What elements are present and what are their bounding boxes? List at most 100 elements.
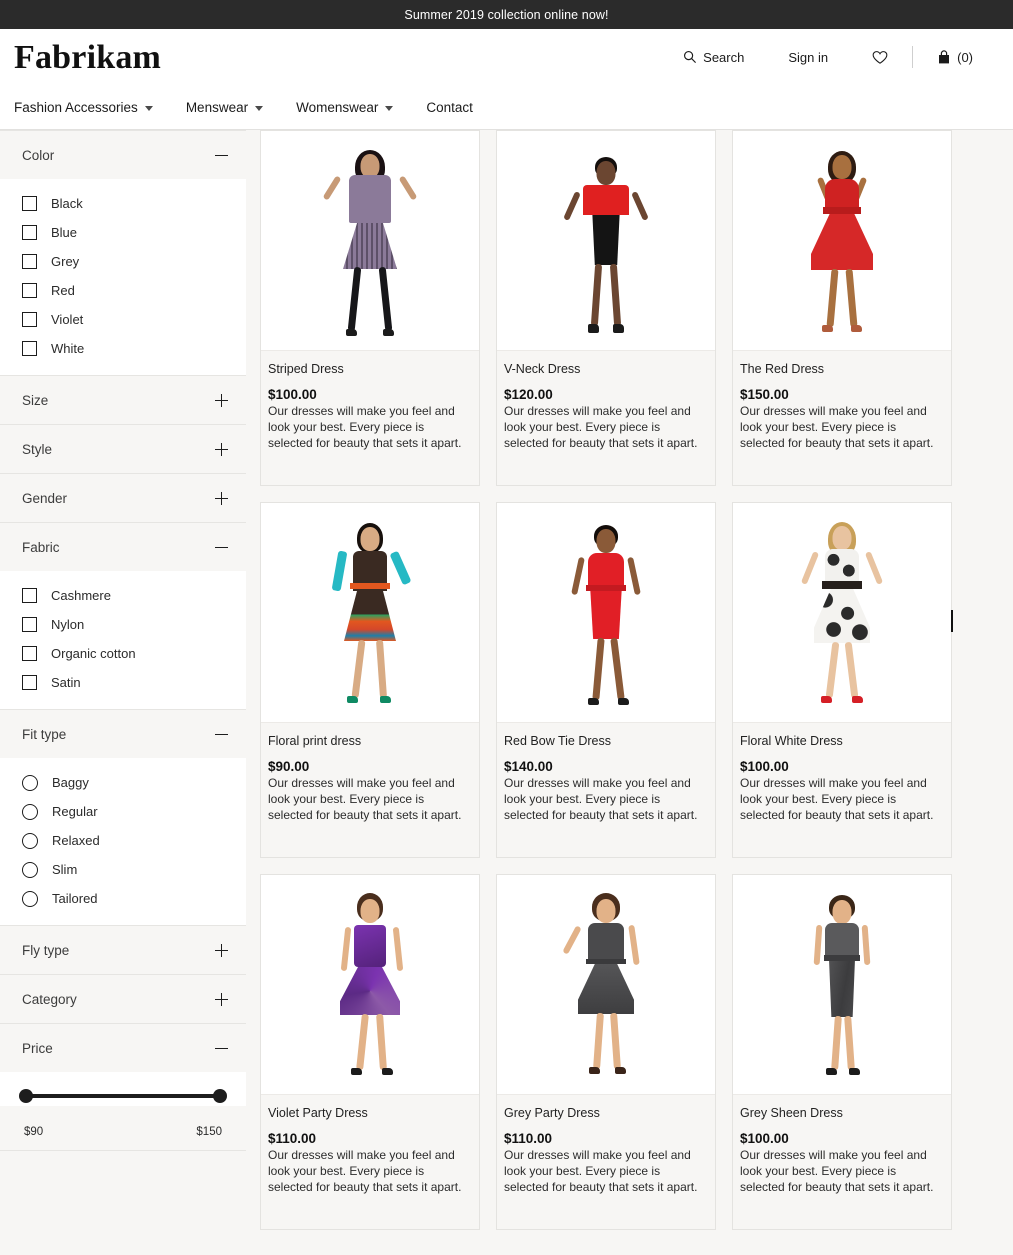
product-image[interactable] bbox=[497, 875, 715, 1094]
product-name[interactable]: Red Bow Tie Dress bbox=[504, 734, 708, 749]
product-image[interactable] bbox=[733, 875, 951, 1094]
option-label: Red bbox=[51, 283, 75, 298]
option-label: Black bbox=[51, 196, 83, 211]
minus-icon[interactable] bbox=[215, 149, 228, 162]
plus-icon[interactable] bbox=[215, 443, 228, 456]
filter-option-grey[interactable]: Grey bbox=[0, 247, 246, 276]
filter-title: Fit type bbox=[22, 727, 215, 742]
nav-item-menswear[interactable]: Menswear bbox=[186, 100, 282, 115]
product-image[interactable] bbox=[733, 131, 951, 350]
nav-item-womenswear[interactable]: Womenswear bbox=[296, 100, 412, 115]
product-name[interactable]: Grey Party Dress bbox=[504, 1106, 708, 1121]
product-name[interactable]: The Red Dress bbox=[740, 362, 944, 377]
product-image[interactable] bbox=[497, 503, 715, 722]
filter-option-blue[interactable]: Blue bbox=[0, 218, 246, 247]
filter-option-baggy[interactable]: Baggy bbox=[0, 768, 246, 797]
product-image[interactable] bbox=[733, 503, 951, 722]
brand-logo[interactable]: Fabrikam bbox=[14, 41, 161, 75]
product-name[interactable]: Floral print dress bbox=[268, 734, 472, 749]
plus-icon[interactable] bbox=[215, 944, 228, 957]
product-name[interactable]: Grey Sheen Dress bbox=[740, 1106, 944, 1121]
product-card[interactable]: Red Bow Tie Dress $140.00 Our dresses wi… bbox=[496, 502, 716, 858]
plus-icon[interactable] bbox=[215, 993, 228, 1006]
radio-icon[interactable] bbox=[22, 891, 38, 907]
plus-icon[interactable] bbox=[215, 394, 228, 407]
radio-icon[interactable] bbox=[22, 862, 38, 878]
filter-option-regular[interactable]: Regular bbox=[0, 797, 246, 826]
radio-icon[interactable] bbox=[22, 833, 38, 849]
filter-header-color[interactable]: Color bbox=[0, 131, 246, 179]
product-image[interactable] bbox=[261, 875, 479, 1094]
radio-icon[interactable] bbox=[22, 804, 38, 820]
minus-icon[interactable] bbox=[215, 541, 228, 554]
product-image[interactable] bbox=[261, 503, 479, 722]
product-card[interactable]: Floral print dress $90.00 Our dresses wi… bbox=[260, 502, 480, 858]
filter-header-gender[interactable]: Gender bbox=[0, 474, 246, 522]
product-card[interactable]: The Red Dress $150.00 Our dresses will m… bbox=[732, 130, 952, 486]
product-image[interactable] bbox=[497, 131, 715, 350]
filter-option-red[interactable]: Red bbox=[0, 276, 246, 305]
product-name[interactable]: Floral White Dress bbox=[740, 734, 944, 749]
price-min-label: $90 bbox=[24, 1126, 43, 1138]
product-image[interactable] bbox=[261, 131, 479, 350]
filter-title: Category bbox=[22, 992, 215, 1007]
checkbox-icon[interactable] bbox=[22, 254, 37, 269]
filter-option-cashmere[interactable]: Cashmere bbox=[0, 581, 246, 610]
filter-option-slim[interactable]: Slim bbox=[0, 855, 246, 884]
product-price: $140.00 bbox=[504, 759, 708, 774]
filter-option-organic-cotton[interactable]: Organic cotton bbox=[0, 639, 246, 668]
minus-icon[interactable] bbox=[215, 728, 228, 741]
heart-icon bbox=[872, 50, 888, 65]
product-name[interactable]: Striped Dress bbox=[268, 362, 472, 377]
minus-icon[interactable] bbox=[215, 1042, 228, 1055]
filter-option-satin[interactable]: Satin bbox=[0, 668, 246, 697]
product-card[interactable]: V-Neck Dress $120.00 Our dresses will ma… bbox=[496, 130, 716, 486]
checkbox-icon[interactable] bbox=[22, 196, 37, 211]
nav-item-fashion-accessories[interactable]: Fashion Accessories bbox=[14, 100, 172, 115]
filter-option-tailored[interactable]: Tailored bbox=[0, 884, 246, 913]
product-info: Red Bow Tie Dress $140.00 Our dresses wi… bbox=[497, 722, 715, 857]
product-card[interactable]: Grey Sheen Dress $100.00 Our dresses wil… bbox=[732, 874, 952, 1230]
product-description: Our dresses will make you feel and look … bbox=[268, 1148, 472, 1196]
search-button[interactable]: Search bbox=[661, 50, 766, 65]
filter-header-style[interactable]: Style bbox=[0, 425, 246, 473]
filter-option-relaxed[interactable]: Relaxed bbox=[0, 826, 246, 855]
product-name[interactable]: V-Neck Dress bbox=[504, 362, 708, 377]
product-name[interactable]: Violet Party Dress bbox=[268, 1106, 472, 1121]
checkbox-icon[interactable] bbox=[22, 225, 37, 240]
radio-icon[interactable] bbox=[22, 775, 38, 791]
plus-icon[interactable] bbox=[215, 492, 228, 505]
checkbox-icon[interactable] bbox=[22, 312, 37, 327]
filter-option-violet[interactable]: Violet bbox=[0, 305, 246, 334]
filter-option-nylon[interactable]: Nylon bbox=[0, 610, 246, 639]
filter-option-black[interactable]: Black bbox=[0, 189, 246, 218]
filter-header-fit-type[interactable]: Fit type bbox=[0, 710, 246, 758]
nav-item-contact[interactable]: Contact bbox=[426, 100, 492, 115]
price-slider-max-handle[interactable] bbox=[213, 1089, 227, 1103]
filter-header-category[interactable]: Category bbox=[0, 975, 246, 1023]
price-slider-min-handle[interactable] bbox=[19, 1089, 33, 1103]
filter-option-white[interactable]: White bbox=[0, 334, 246, 363]
sign-in-button[interactable]: Sign in bbox=[766, 50, 850, 65]
checkbox-icon[interactable] bbox=[22, 646, 37, 661]
checkbox-icon[interactable] bbox=[22, 341, 37, 356]
product-card[interactable]: Grey Party Dress $110.00 Our dresses wil… bbox=[496, 874, 716, 1230]
product-card[interactable]: Striped Dress $100.00 Our dresses will m… bbox=[260, 130, 480, 486]
product-card[interactable]: Floral White Dress $100.00 Our dresses w… bbox=[732, 502, 952, 858]
price-slider[interactable] bbox=[0, 1072, 246, 1106]
checkbox-icon[interactable] bbox=[22, 675, 37, 690]
price-slider-track[interactable] bbox=[26, 1094, 220, 1098]
filter-header-fly-type[interactable]: Fly type bbox=[0, 926, 246, 974]
filter-header-size[interactable]: Size bbox=[0, 376, 246, 424]
wishlist-button[interactable] bbox=[850, 50, 910, 65]
filter-header-price[interactable]: Price bbox=[0, 1024, 246, 1072]
checkbox-icon[interactable] bbox=[22, 588, 37, 603]
nav-label: Contact bbox=[426, 100, 473, 115]
cart-button[interactable]: (0) bbox=[915, 50, 995, 65]
checkbox-icon[interactable] bbox=[22, 283, 37, 298]
filter-header-fabric[interactable]: Fabric bbox=[0, 523, 246, 571]
product-card[interactable]: Violet Party Dress $110.00 Our dresses w… bbox=[260, 874, 480, 1230]
chevron-down-icon bbox=[255, 106, 263, 111]
product-info: Grey Sheen Dress $100.00 Our dresses wil… bbox=[733, 1094, 951, 1229]
checkbox-icon[interactable] bbox=[22, 617, 37, 632]
